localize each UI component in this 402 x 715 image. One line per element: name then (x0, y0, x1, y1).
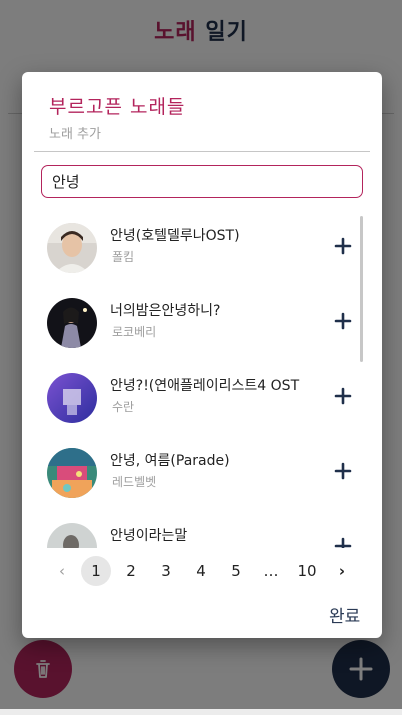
add-song-button[interactable] (332, 312, 354, 334)
song-thumbnail (47, 223, 97, 273)
done-button[interactable]: 완료 (329, 602, 360, 627)
plus-icon (334, 312, 352, 334)
pagination: ‹ 1 2 3 4 5 … 10 › (22, 556, 382, 586)
page-button-10[interactable]: 10 (292, 556, 322, 586)
song-artist: 수란 (112, 400, 135, 414)
add-song-button[interactable] (332, 537, 354, 548)
page-button-4[interactable]: 4 (186, 556, 216, 586)
plus-icon (334, 537, 352, 548)
song-list[interactable]: 안녕(호텔델루나OST) 폴킴 너의밤은안녕하니? 로코베리 안녕?!(연애플레… (22, 212, 382, 548)
song-title: 안녕?!(연애플레이리스트4 OST (110, 378, 300, 394)
add-song-dialog: 부르고픈 노래들 노래 추가 안녕(호텔델루나OST) 폴킴 (22, 72, 382, 638)
search-input[interactable] (41, 165, 363, 198)
song-artist: 폴킴 (112, 250, 135, 264)
page-button-1[interactable]: 1 (81, 556, 111, 586)
dialog-title: 부르고픈 노래들 (49, 96, 186, 118)
song-title: 너의밤은안녕하니? (110, 303, 221, 319)
plus-icon (334, 237, 352, 259)
song-item[interactable]: 안녕?!(연애플레이리스트4 OST 수란 (22, 362, 362, 438)
song-title: 안녕, 여름(Parade) (110, 453, 230, 469)
song-thumbnail (47, 298, 97, 348)
next-page-button[interactable]: › (332, 556, 352, 586)
plus-icon (334, 462, 352, 484)
song-artist: 로코베리 (112, 325, 157, 339)
add-song-button[interactable] (332, 237, 354, 259)
plus-icon (334, 387, 352, 409)
bottom-strip (0, 709, 402, 715)
song-item[interactable]: 안녕(호텔델루나OST) 폴킴 (22, 212, 362, 288)
song-thumbnail (47, 448, 97, 498)
song-title: 안녕(호텔델루나OST) (110, 228, 240, 244)
song-thumbnail (47, 373, 97, 423)
add-song-button[interactable] (332, 462, 354, 484)
song-item[interactable]: 안녕, 여름(Parade) 레드벨벳 (22, 437, 362, 513)
dialog-subtitle: 노래 추가 (49, 127, 101, 142)
song-title: 안녕이라는말 (110, 528, 188, 544)
dialog-divider (34, 151, 370, 152)
page-button-5[interactable]: 5 (221, 556, 251, 586)
pagination-ellipsis: … (263, 562, 279, 580)
page-button-2[interactable]: 2 (116, 556, 146, 586)
song-item[interactable]: 안녕이라는말 (22, 512, 362, 548)
add-song-button[interactable] (332, 387, 354, 409)
list-scrollbar[interactable] (360, 216, 363, 362)
song-artist: 레드벨벳 (112, 475, 157, 489)
prev-page-button[interactable]: ‹ (52, 556, 72, 586)
song-thumbnail (47, 523, 97, 548)
page-button-3[interactable]: 3 (151, 556, 181, 586)
song-item[interactable]: 너의밤은안녕하니? 로코베리 (22, 287, 362, 363)
